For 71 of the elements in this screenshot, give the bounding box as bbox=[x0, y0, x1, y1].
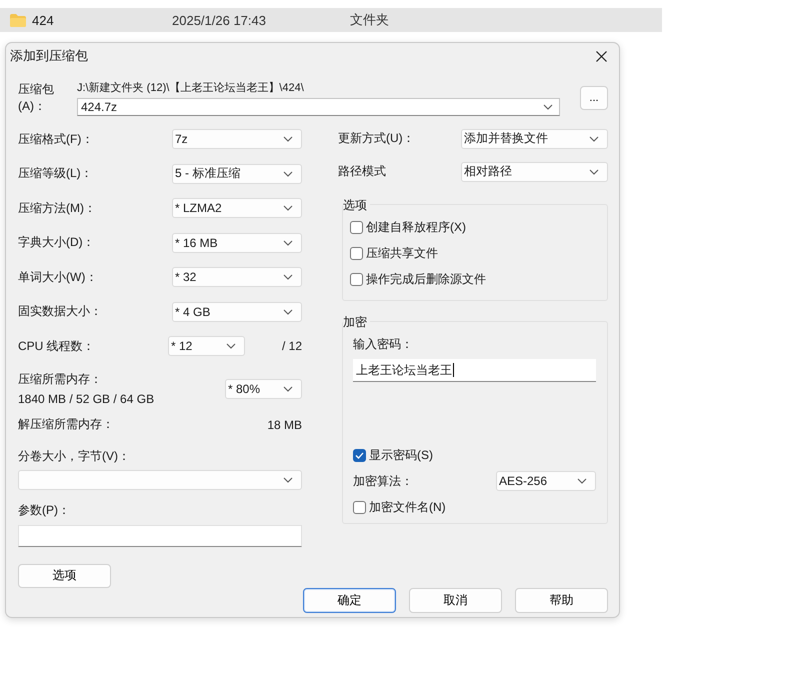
field-label: 分卷大小，字节(V)： bbox=[18, 448, 130, 462]
dialog-button[interactable]: 取消 bbox=[409, 588, 502, 612]
file-date: 2025/1/26 17:43 bbox=[172, 12, 267, 28]
dropdown[interactable]: * 12 bbox=[168, 336, 245, 356]
dropdown[interactable]: * LZMA2 bbox=[172, 198, 302, 218]
checkbox[interactable] bbox=[350, 220, 363, 234]
folder-icon bbox=[10, 14, 26, 26]
field-label: 压缩方法(M)： bbox=[18, 200, 96, 217]
checkbox[interactable] bbox=[353, 500, 366, 514]
dropdown[interactable]: * 4 GB bbox=[172, 302, 302, 322]
chevron-icon bbox=[283, 205, 293, 212]
field-label: 压缩格式(F)： bbox=[18, 130, 94, 148]
chevron-icon bbox=[283, 308, 293, 315]
dropdown[interactable]: * 32 bbox=[172, 267, 302, 288]
checkbox[interactable] bbox=[353, 448, 366, 462]
chevron-icon bbox=[589, 168, 599, 174]
window-title: 添加到压缩包 bbox=[10, 47, 88, 65]
archive-path: J:\新建文件夹 (12)\【上老王论坛当老王】\424\ bbox=[77, 80, 305, 95]
field-label: 单词大小(W)： bbox=[18, 268, 98, 286]
checkbox-label[interactable]: 加密文件名(N) bbox=[369, 498, 446, 516]
close-icon[interactable] bbox=[596, 50, 607, 62]
chevron-icon bbox=[589, 136, 599, 142]
checkbox[interactable] bbox=[350, 246, 363, 260]
checkbox-label[interactable]: 压缩共享文件 bbox=[366, 244, 438, 262]
field-label: 压缩等级(L)： bbox=[18, 165, 93, 182]
browse-button[interactable]: ... bbox=[580, 86, 608, 110]
chevron-icon bbox=[577, 478, 587, 484]
checkbox-label[interactable]: 操作完成后删除源文件 bbox=[366, 270, 486, 288]
chevron-icon bbox=[283, 240, 293, 246]
group-title: 选项 bbox=[343, 197, 370, 214]
chevron-icon bbox=[283, 136, 293, 142]
field-label: 字典大小(D)： bbox=[18, 234, 95, 252]
chevron-icon bbox=[283, 476, 293, 482]
field-label: 更新方式(U)： bbox=[338, 130, 415, 147]
field-label: 压缩所需内存： bbox=[18, 371, 103, 388]
field-label: 解压缩所需内存： bbox=[18, 416, 114, 433]
checkbox[interactable] bbox=[350, 272, 363, 286]
field-label: 路径模式 bbox=[338, 163, 386, 180]
field-label: 加密算法： bbox=[353, 472, 413, 490]
input-field[interactable] bbox=[18, 524, 302, 546]
check-icon bbox=[355, 452, 364, 458]
memory-value: 18 MB bbox=[267, 418, 302, 432]
field-label: 参数(P)： bbox=[18, 502, 70, 516]
chevron-icon bbox=[283, 170, 293, 177]
dropdown[interactable]: * 16 MB bbox=[172, 232, 302, 253]
field-label: CPU 线程数： bbox=[18, 338, 95, 355]
field-label: 压缩包(A)： bbox=[18, 81, 55, 115]
options-button[interactable]: 选项 bbox=[18, 564, 111, 588]
dropdown[interactable]: AES-256 bbox=[496, 471, 596, 491]
field-label: 输入密码： bbox=[353, 336, 414, 353]
chevron-icon bbox=[543, 104, 553, 110]
file-row[interactable]: 424 2025/1/26 17:43 文件夹 bbox=[0, 8, 662, 32]
password-field[interactable]: 上老王论坛当老王 bbox=[353, 359, 596, 382]
chevron-icon bbox=[283, 386, 293, 392]
checkbox-label[interactable]: 创建自释放程序(X) bbox=[366, 218, 466, 236]
file-name: 424 bbox=[32, 12, 55, 28]
archive-name-field[interactable]: 424.7z bbox=[77, 98, 560, 116]
dropdown[interactable]: 添加并替换文件 bbox=[461, 128, 608, 148]
dropdown[interactable]: 相对路径 bbox=[461, 162, 608, 182]
checkbox-label[interactable]: 显示密码(S) bbox=[369, 446, 433, 464]
thread-total: / 12 bbox=[282, 339, 302, 354]
memory-usage: 1840 MB / 52 GB / 64 GB bbox=[18, 392, 154, 406]
dialog-button[interactable]: 帮助 bbox=[515, 588, 608, 612]
dropdown[interactable]: 7z bbox=[172, 129, 302, 150]
chevron-icon bbox=[283, 274, 293, 280]
file-type: 文件夹 bbox=[350, 11, 389, 29]
field-label: 固实数据大小： bbox=[18, 303, 102, 320]
chevron-icon bbox=[226, 343, 236, 350]
dialog-button[interactable]: 确定 bbox=[303, 588, 396, 612]
dropdown[interactable]: * 80% bbox=[225, 378, 302, 398]
dropdown[interactable]: 5 - 标准压缩 bbox=[172, 164, 302, 184]
